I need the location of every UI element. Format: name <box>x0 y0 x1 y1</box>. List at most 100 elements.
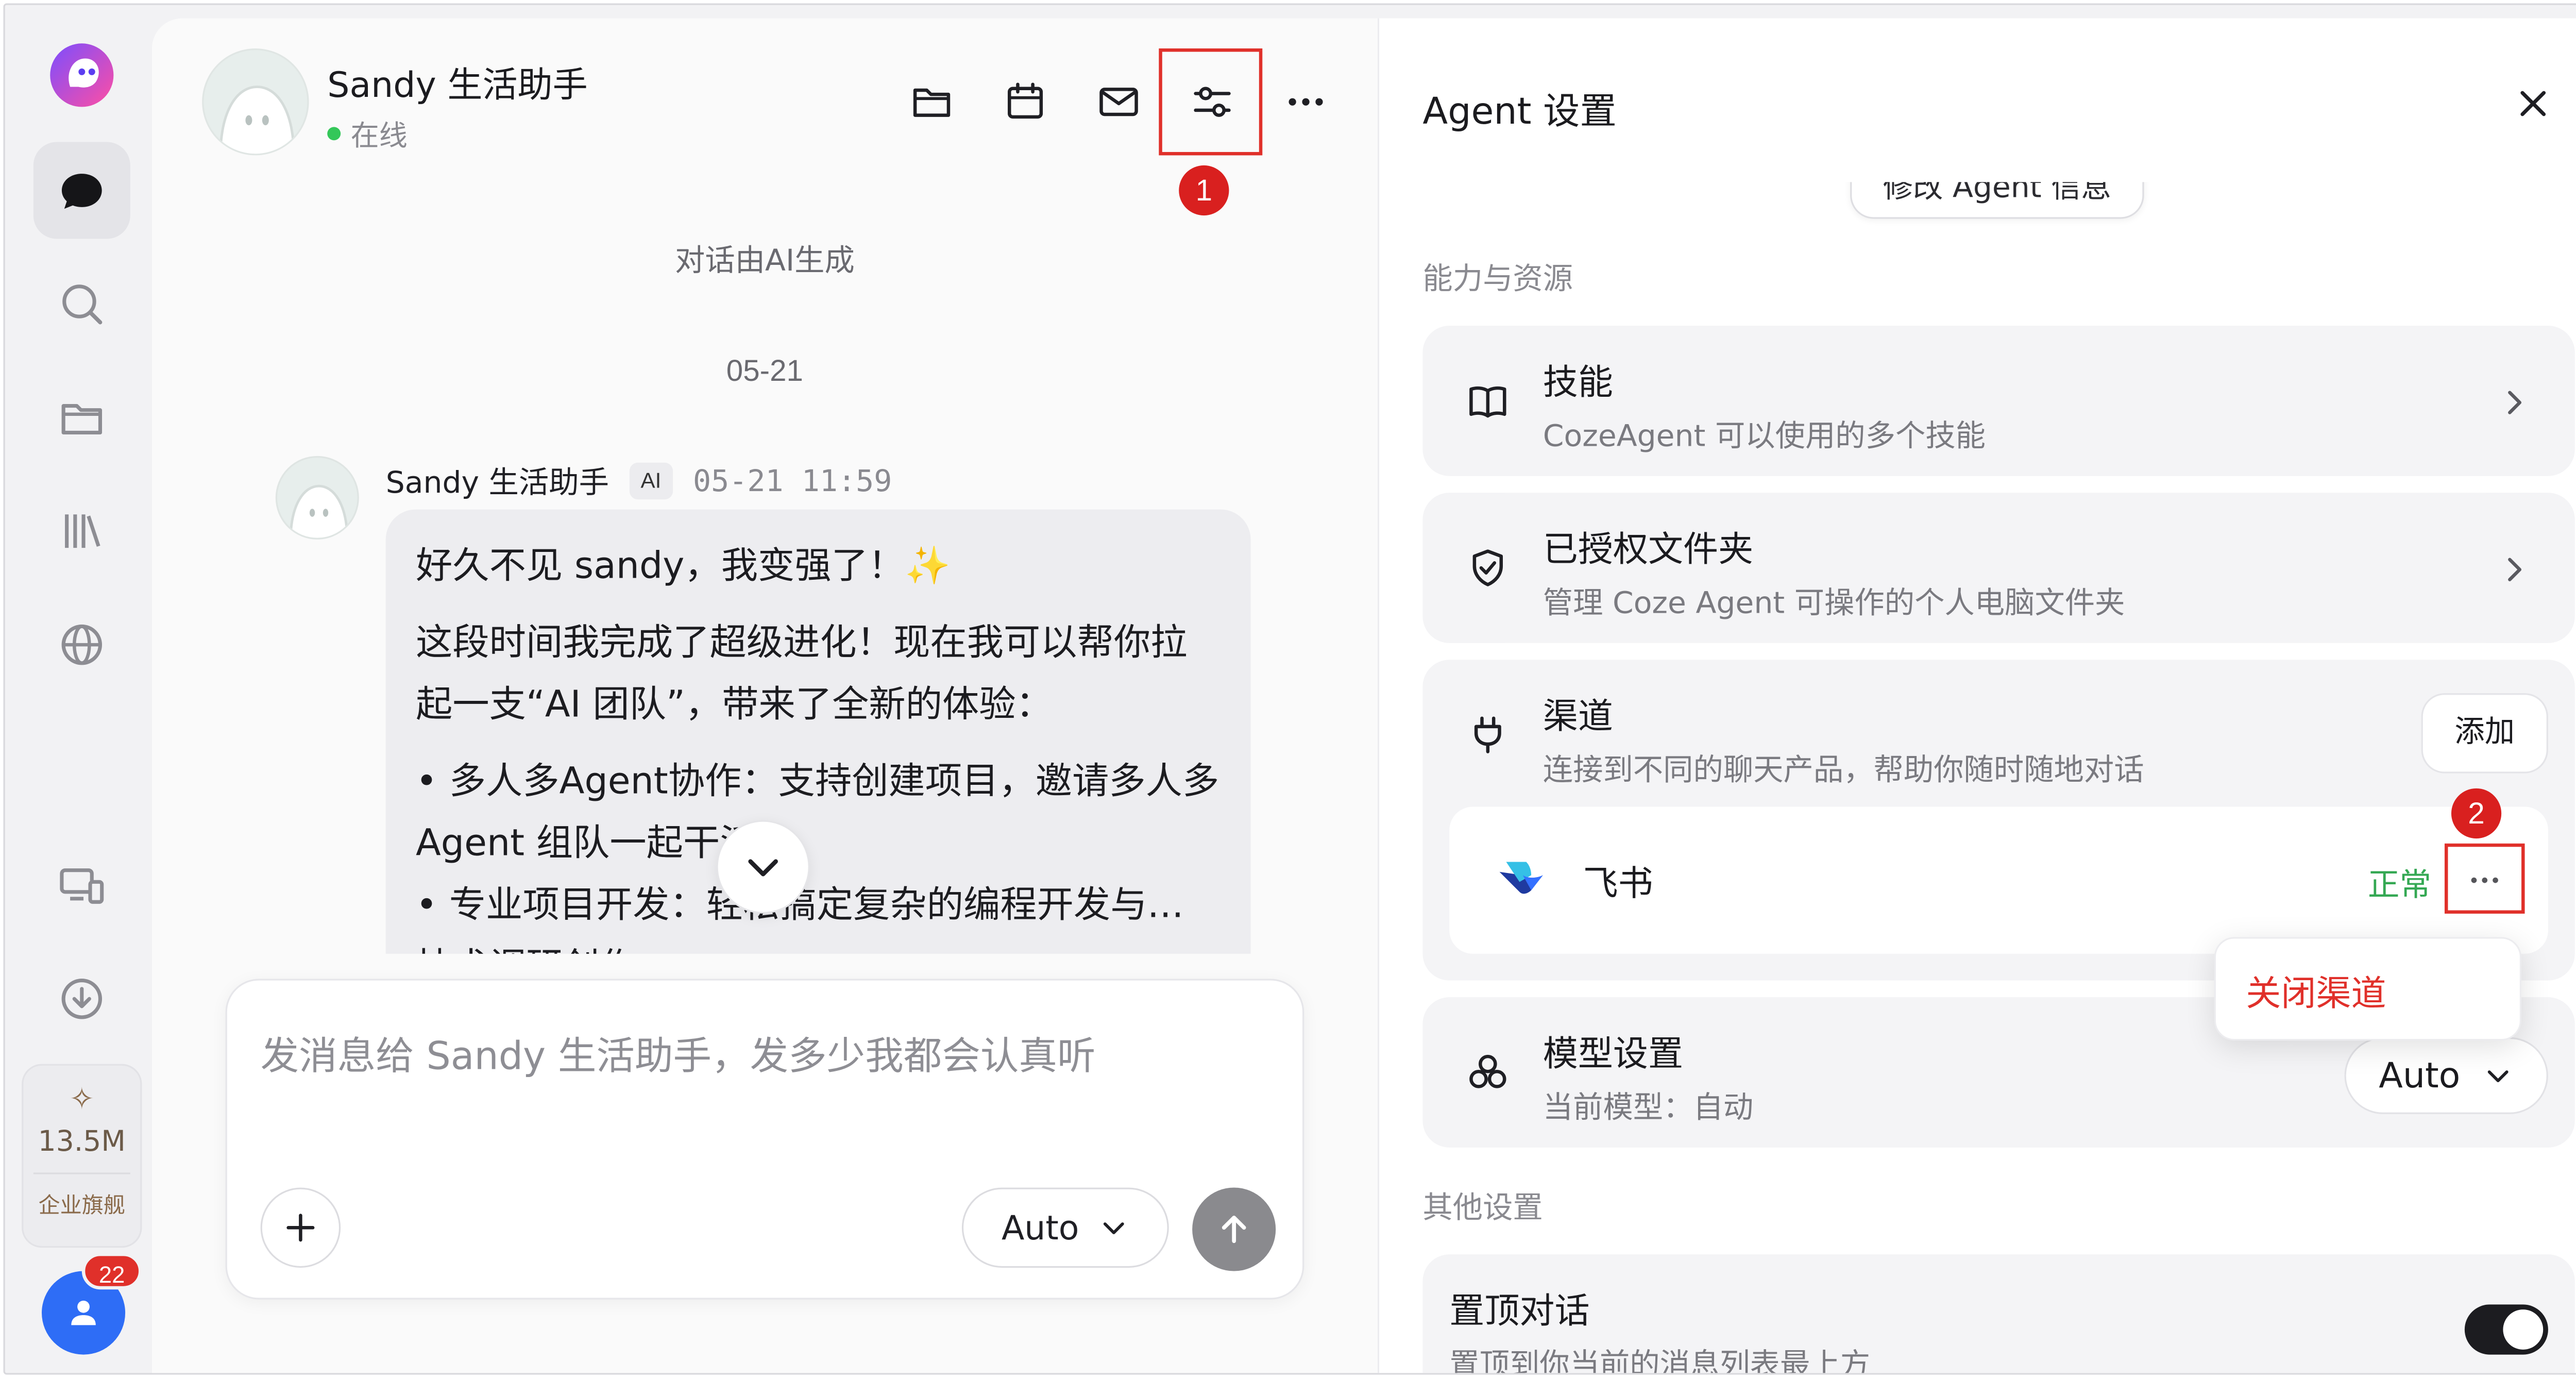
close-settings-button[interactable] <box>2508 78 2558 128</box>
folders-title: 已授权文件夹 <box>1543 529 1754 570</box>
rail-folder-button[interactable] <box>33 369 130 466</box>
online-dot <box>327 126 341 140</box>
app-stage: ✧ 13.5M 企业旗舰 22 Sandy 生活助手 在线 1 对话由AI生成 … <box>0 0 2576 1378</box>
book-icon <box>1466 379 1510 423</box>
rail-devices-button[interactable] <box>33 837 130 934</box>
header-folder-button[interactable] <box>902 72 962 132</box>
message-line-1: 好久不见 sandy，我变强了！✨ <box>416 546 951 588</box>
chevron-down-icon <box>1104 1222 1125 1234</box>
notification-badge: 22 <box>81 1252 142 1290</box>
chat-bubble-icon <box>61 174 102 209</box>
message-composer[interactable]: 发消息给 Sandy 生活助手，发多少我都会认真听 Auto <box>225 979 1304 1300</box>
pin-subtitle: 置顶到你当前的消息列表最上方 <box>1449 1348 1871 1375</box>
message-sender: Sandy 生活助手 <box>385 466 609 501</box>
header-calendar-button[interactable] <box>995 72 1056 132</box>
chat-panel: Sandy 生活助手 在线 1 对话由AI生成 05-21 Sandy 生活助手… <box>151 18 1378 1373</box>
message-line-4: • 专业项目开发：轻松搞定复杂的编程开发与… 技术调研创作 <box>416 885 1184 954</box>
channel-status: 正常 <box>2367 867 2432 904</box>
authorized-folders-card[interactable]: 已授权文件夹 管理 Coze Agent 可操作的个人电脑文件夹 <box>1422 493 2575 643</box>
section-capabilities: 能力与资源 <box>1422 262 1573 297</box>
calendar-icon <box>1008 82 1043 119</box>
date-divider: 05-21 <box>726 354 804 388</box>
message-line-2: 这段时间我完成了超级进化！现在我可以帮你拉起一支“AI 团队”，带来了全新的体验… <box>416 623 1188 727</box>
plus-icon <box>286 1214 315 1242</box>
section-other: 其他设置 <box>1422 1190 1543 1226</box>
skills-title: 技能 <box>1543 362 1613 403</box>
agent-avatar[interactable] <box>202 48 309 156</box>
ai-generated-note: 对话由AI生成 <box>675 244 855 279</box>
shield-check-icon <box>1466 546 1510 590</box>
quota-value: 13.5M <box>38 1125 126 1159</box>
composer-model-value: Auto <box>1001 1207 1079 1248</box>
arrow-up-icon <box>1222 1215 1246 1243</box>
ai-tag: AI <box>629 462 673 500</box>
user-icon <box>71 1300 96 1325</box>
rail-library-button[interactable] <box>33 483 130 580</box>
model-select-value: Auto <box>2379 1055 2461 1096</box>
pin-toggle-knob <box>2503 1309 2544 1350</box>
rail-download-button[interactable] <box>33 950 130 1047</box>
model-settings-subtitle: 当前模型：自动 <box>1543 1090 1754 1126</box>
header-more-button[interactable] <box>1276 72 1336 132</box>
chevron-right-icon <box>2508 391 2522 414</box>
left-rail: ✧ 13.5M 企业旗舰 22 <box>5 5 152 1373</box>
pin-toggle[interactable] <box>2464 1304 2548 1355</box>
highlight-box-settings <box>1159 48 1263 156</box>
skills-subtitle: CozeAgent 可以使用的多个技能 <box>1543 419 1986 455</box>
annotation-marker-2: 2 <box>2451 788 2502 839</box>
message-meta: Sandy 生活助手 AI 05-21 11:59 <box>386 459 892 502</box>
agent-name: Sandy 生活助手 <box>327 65 588 106</box>
quota-card[interactable]: ✧ 13.5M 企业旗舰 <box>22 1064 142 1248</box>
channel-menu-popover: 关闭渠道 <box>2214 937 2522 1041</box>
channels-card: 渠道 连接到不同的聊天产品，帮助你随时随地对话 添加 飞书 正常 <box>1422 660 2575 981</box>
channel-name: 飞书 <box>1583 863 1653 904</box>
model-settings-title: 模型设置 <box>1543 1034 1684 1074</box>
composer-model-select[interactable]: Auto <box>961 1187 1169 1268</box>
folder-icon <box>61 404 103 435</box>
model-select[interactable]: Auto <box>2344 1037 2548 1114</box>
feishu-logo-icon <box>1499 862 1543 894</box>
chevron-down-icon <box>748 859 778 877</box>
header-mail-button[interactable] <box>1089 72 1149 132</box>
channels-subtitle: 连接到不同的聊天产品，帮助你随时随地对话 <box>1543 753 2144 788</box>
search-icon <box>62 284 103 325</box>
pin-conversation-card: 置顶对话 置顶到你当前的消息列表最上方 <box>1422 1254 2575 1375</box>
app-window: ✧ 13.5M 企业旗舰 22 Sandy 生活助手 在线 1 对话由AI生成 … <box>3 3 2576 1375</box>
download-icon <box>61 979 103 1019</box>
agent-settings-panel: 修改 Agent 信息 Agent 设置 能力与资源 技能 CozeAgent … <box>1377 18 2576 1375</box>
rail-chat-button[interactable] <box>33 142 130 239</box>
folder-icon <box>913 88 951 117</box>
chevron-down-icon <box>2488 1070 2509 1082</box>
cubes-icon <box>1466 1051 1510 1094</box>
agent-status: 在线 <box>327 112 408 154</box>
close-icon <box>2520 91 2546 116</box>
agent-status-text: 在线 <box>350 120 408 154</box>
devices-icon <box>60 868 104 904</box>
composer-placeholder[interactable]: 发消息给 Sandy 生活助手，发多少我都会认真听 <box>261 1024 1096 1081</box>
library-icon <box>65 514 100 548</box>
settings-title: Agent 设置 <box>1422 92 1617 134</box>
folders-subtitle: 管理 Coze Agent 可操作的个人电脑文件夹 <box>1543 586 2125 621</box>
message-time: 05-21 11:59 <box>692 463 892 499</box>
scroll-to-bottom-button[interactable] <box>716 820 810 914</box>
message-line-3: • 多人多Agent协作：支持创建项目，邀请多人多 Agent 组队一起干活。 <box>416 761 1219 865</box>
chat-header: Sandy 生活助手 在线 1 <box>152 19 1378 216</box>
attach-button[interactable] <box>260 1187 341 1268</box>
close-channel-menu-item[interactable]: 关闭渠道 <box>2246 967 2386 1017</box>
message-bubble: 好久不见 sandy，我变强了！✨ 这段时间我完成了超级进化！现在我可以帮你拉起… <box>385 509 1251 954</box>
rail-search-button[interactable] <box>33 256 130 352</box>
rail-explore-button[interactable] <box>33 596 130 693</box>
skills-card[interactable]: 技能 CozeAgent 可以使用的多个技能 <box>1422 326 2575 476</box>
channels-title: 渠道 <box>1543 696 1613 737</box>
globe-icon <box>61 624 103 665</box>
more-icon <box>1289 98 1323 106</box>
send-button[interactable] <box>1192 1187 1276 1271</box>
message-avatar[interactable] <box>275 456 359 540</box>
channel-row-feishu: 飞书 正常 <box>1449 806 2548 954</box>
quota-tier: 企业旗舰 <box>38 1194 126 1220</box>
add-channel-button[interactable]: 添加 <box>2421 693 2548 774</box>
app-logo-icon[interactable] <box>48 42 115 109</box>
mail-icon <box>1099 88 1138 116</box>
quota-divider <box>33 1172 130 1174</box>
highlight-box-channel-more <box>2444 843 2525 914</box>
